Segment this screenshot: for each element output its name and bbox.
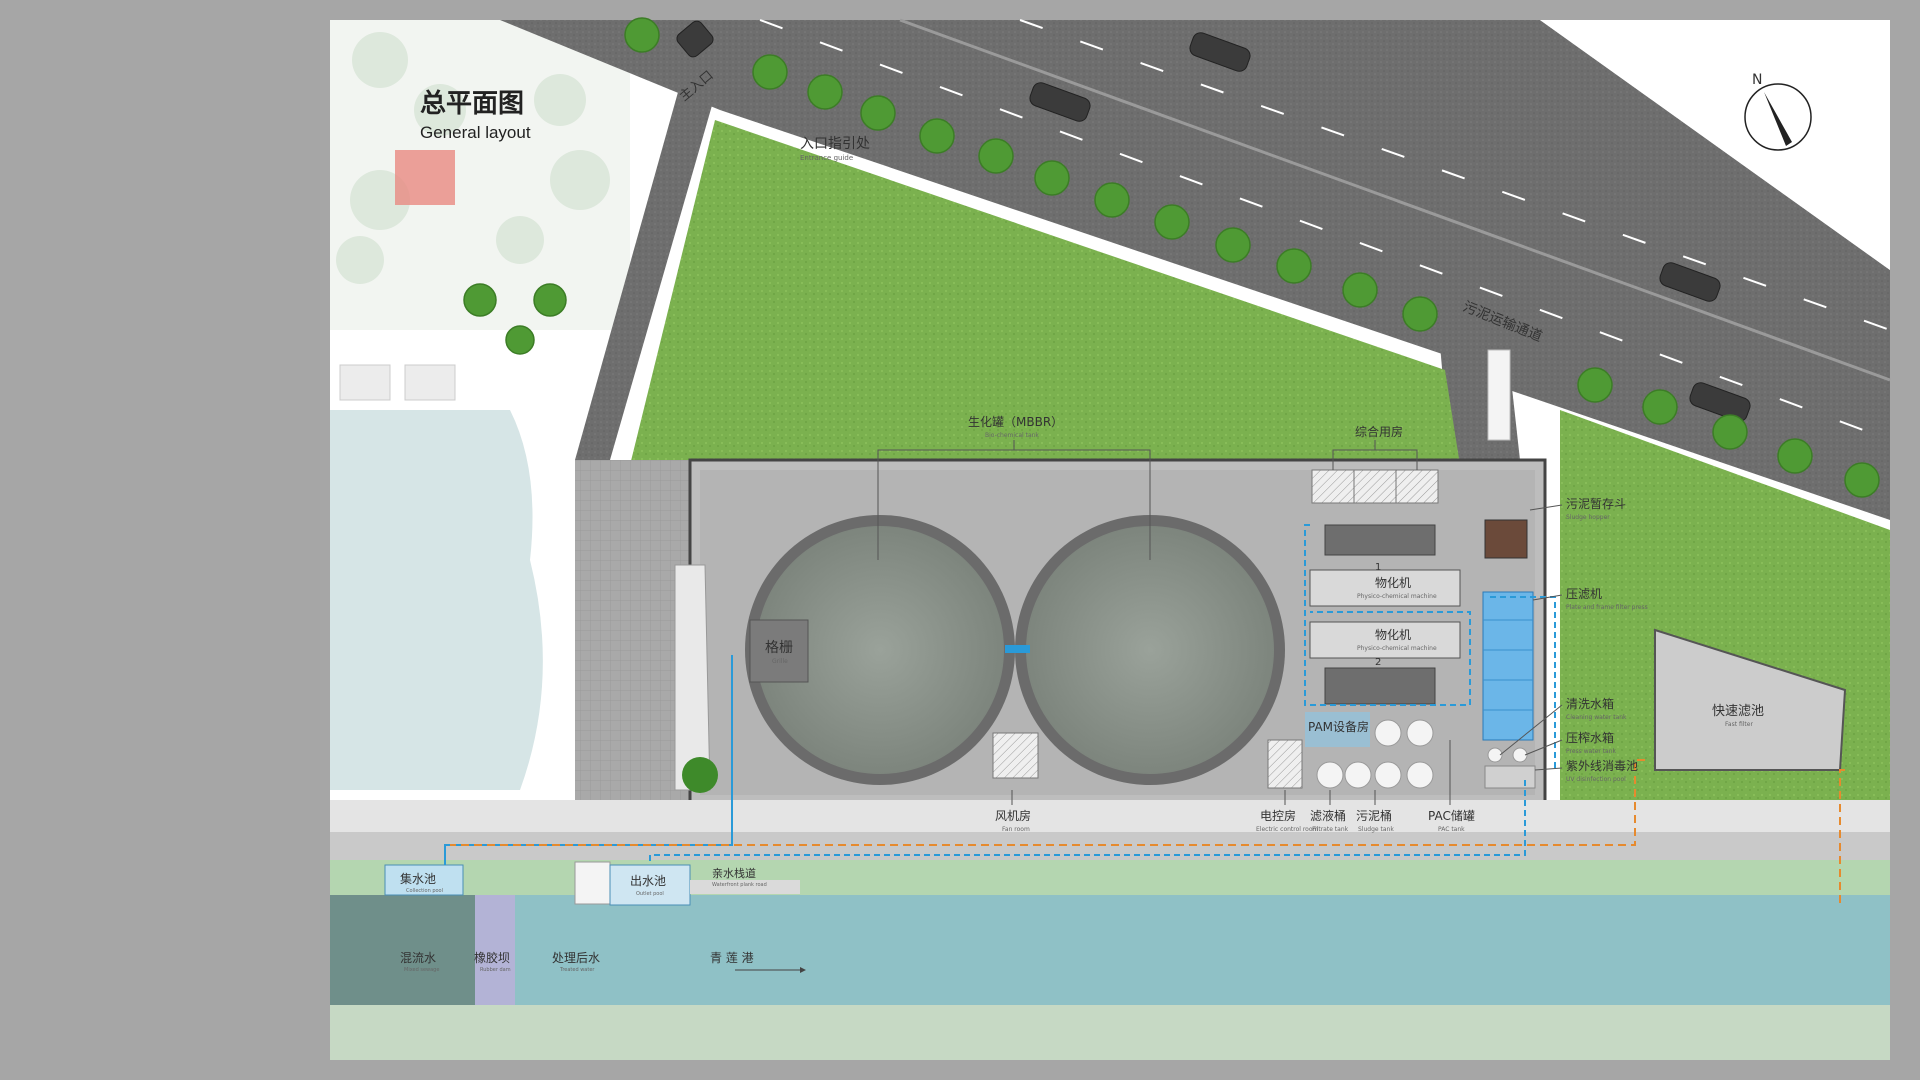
plan-title-en: General layout [420,123,531,142]
rubber-dam-label: 橡胶坝 [474,950,510,965]
courtyard-tree [682,757,718,793]
sludge-hopper-en: Sludge hopper [1566,514,1610,521]
sludge-bucket-en: Sludge tank [1358,826,1394,833]
entrance-guide-en: Entrance guide [800,154,853,162]
rubber-dam-zone [475,895,515,1005]
control-room-en: Electric control room [1256,826,1319,833]
promenade [330,800,1890,832]
clean-water-tank-en: Cleaning water tank [1566,714,1627,721]
general-layout-plan: N 总平面图 General layout 主入口 入口指引处 Entrance… [330,17,1891,1060]
filter-bucket-en: Filtrate tank [1312,826,1349,833]
press-water-tank-label: 压榨水箱 [1566,730,1614,745]
riverside-green [330,860,1890,895]
sludge-hopper-box [1484,519,1528,559]
rubber-dam-en: Rubber dam [480,967,511,973]
plan-title-zh: 总平面图 [420,89,524,119]
outlet-pool-label: 出水池 [630,874,666,888]
outlet-pool-en: Outlet pool [636,891,664,897]
filter-press-box [1482,591,1534,741]
north-label: N [1752,72,1762,88]
truck [1487,349,1511,441]
mbbr-label-en: Bio-chemical tank [985,432,1039,439]
fan-room-box [992,732,1039,779]
entrance-guide-label: 入口指引处 [800,136,870,152]
machine-number-2: 2 [1375,657,1381,668]
sludge-bucket-label: 污泥桶 [1356,808,1392,823]
complex-room-boxes [1311,469,1439,504]
river [330,895,1890,1005]
tank-connector [1005,645,1030,653]
control-room-box [1267,739,1303,789]
filter-press-label: 压滤机 [1566,587,1602,601]
pam-room-label: PAM设备房 [1308,719,1369,734]
treated-water-en: Treated water [559,967,595,973]
collection-pool-label: 集水池 [400,871,436,886]
mbbr-label: 生化罐（MBBR） [968,415,1063,429]
phys-chem-1-en: Physico-chemical machine [1357,593,1437,600]
grille-label: 格栅 [765,640,793,656]
mixed-water-en: Mixed sewage [404,967,439,973]
fast-filter-label: 快速滤池 [1712,704,1764,719]
guard-house [674,564,711,791]
river-label: 青 莲 港 [710,951,754,965]
pond [330,410,543,790]
fan-room-en: Fan room [1002,826,1030,833]
fast-filter-en: Fast filter [1725,721,1753,728]
pac-tank-en: PAC tank [1438,826,1465,833]
clean-water-tank-label: 清洗水箱 [1566,696,1614,711]
phys-chem-2-label: 物化机 [1375,628,1411,642]
uv-pool-label: 紫外线消毒池 [1566,759,1638,773]
uv-pool-en: UV disinfection pool [1566,776,1626,783]
treated-water-label: 处理后水 [552,951,600,965]
collection-pool-en: Collection pool [406,888,443,894]
control-room-label: 电控房 [1260,808,1296,823]
filter-bucket-label: 滤液桶 [1310,808,1346,823]
mixed-water-label: 混流水 [400,951,436,965]
uv-pool-box [1484,765,1536,789]
phys-chem-1-label: 物化机 [1375,576,1411,590]
filter-press-en: Plate and frame filter press [1566,604,1648,611]
pavilion-roof [395,150,455,205]
mixed-water-zone [330,895,475,1005]
waterfront-path-label: 亲水栈道 [712,866,756,880]
sludge-hopper-label: 污泥暂存斗 [1566,497,1626,511]
machine-number-1: 1 [1375,562,1381,573]
press-water-tank-en: Press water tank [1566,748,1617,755]
north-compass [1744,83,1812,151]
grille-label-en: Grille [772,658,788,665]
pac-tank-label: PAC储罐 [1428,808,1475,823]
phys-chem-2-en: Physico-chemical machine [1357,645,1437,652]
far-bank [330,1005,1890,1060]
waterfront-path-en: Waterfront plank road [712,882,767,888]
complex-room-label: 综合用房 [1355,424,1403,439]
fan-room-label: 风机房 [995,808,1031,823]
